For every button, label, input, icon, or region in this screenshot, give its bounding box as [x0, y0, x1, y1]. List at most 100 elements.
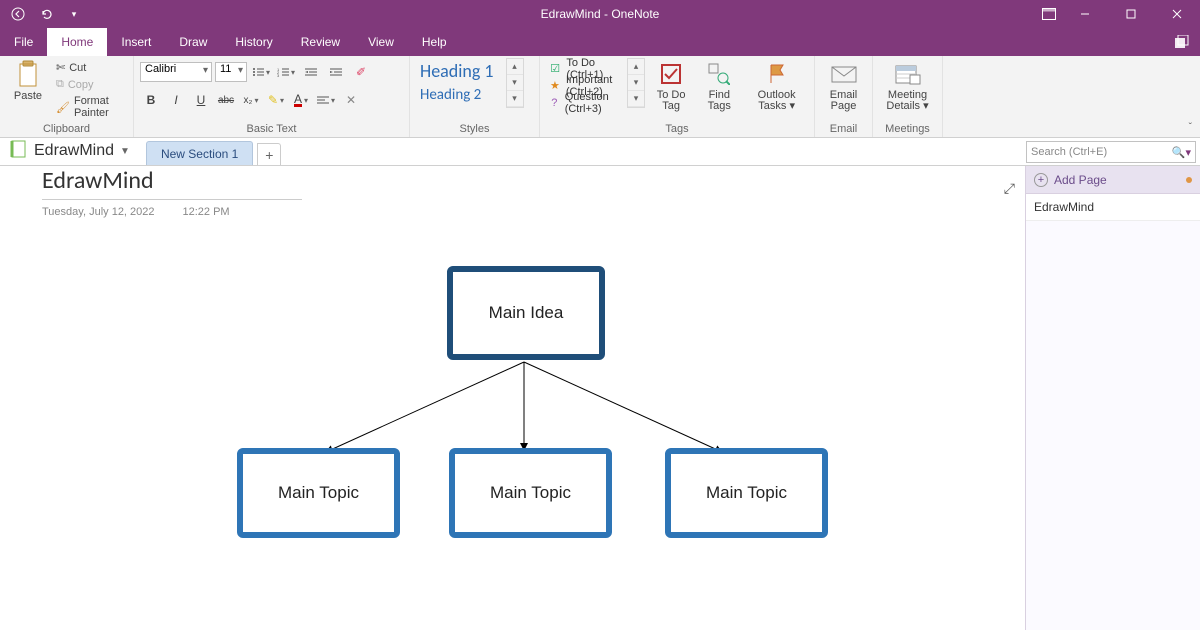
- tab-home[interactable]: Home: [47, 28, 107, 56]
- back-button[interactable]: [8, 4, 28, 24]
- tag-question[interactable]: ? Question (Ctrl+3): [546, 94, 621, 111]
- todo-tag-label: To Do Tag: [655, 90, 687, 112]
- node-topic-2-label: Main Topic: [490, 483, 571, 503]
- maximize-button[interactable]: [1108, 0, 1154, 28]
- account-area[interactable]: [894, 4, 1034, 24]
- section-bar: EdrawMind ▼ New Section 1 + Search (Ctrl…: [0, 138, 1200, 166]
- cut-button[interactable]: ✄ Cut: [54, 60, 127, 75]
- page-date: Tuesday, July 12, 2022: [42, 206, 155, 218]
- clipboard-group-label: Clipboard: [6, 122, 127, 137]
- search-input[interactable]: Search (Ctrl+E) 🔍▾: [1026, 141, 1196, 163]
- outlook-tasks-button[interactable]: Outlook Tasks ▾: [745, 58, 808, 114]
- font-name-select[interactable]: Calibri: [140, 62, 212, 82]
- collapse-ribbon-button[interactable]: ˇ: [1189, 122, 1192, 133]
- search-placeholder: Search (Ctrl+E): [1031, 146, 1172, 158]
- ribbon: Paste ✄ Cut ⧉ Copy 🖌 Format Painter Clip…: [0, 56, 1200, 138]
- group-tags: ☑ To Do (Ctrl+1) ★ Important (Ctrl+2) ? …: [540, 56, 815, 137]
- outlook-tasks-label: Outlook Tasks: [758, 89, 796, 112]
- node-topic-1[interactable]: Main Topic: [237, 448, 400, 538]
- page-time: 12:22 PM: [183, 206, 230, 218]
- italic-button[interactable]: I: [165, 90, 187, 110]
- styles-scroll-up[interactable]: ▴: [507, 59, 523, 75]
- page-list-item[interactable]: EdrawMind: [1026, 194, 1200, 221]
- minimize-button[interactable]: [1062, 0, 1108, 28]
- reopen-pages-icon[interactable]: [1164, 28, 1200, 56]
- tab-history[interactable]: History: [221, 28, 286, 56]
- tags-scroll-up[interactable]: ▴: [628, 59, 644, 75]
- font-size-select[interactable]: 11: [215, 62, 247, 82]
- calendar-icon: [894, 60, 922, 88]
- style-heading-1[interactable]: Heading 1: [420, 60, 494, 82]
- align-button[interactable]: [315, 90, 337, 110]
- todo-tag-icon: [657, 60, 685, 88]
- node-topic-2[interactable]: Main Topic: [449, 448, 612, 538]
- tab-file[interactable]: File: [0, 28, 47, 56]
- bullets-button[interactable]: [250, 62, 272, 82]
- page-canvas[interactable]: EdrawMind Tuesday, July 12, 2022 12:22 P…: [0, 166, 1025, 630]
- decrease-indent-button[interactable]: [300, 62, 322, 82]
- meeting-details-button[interactable]: Meeting Details ▾: [879, 58, 936, 114]
- paste-button[interactable]: Paste: [6, 58, 50, 104]
- node-topic-3[interactable]: Main Topic: [665, 448, 828, 538]
- styles-scroll[interactable]: ▴ ▾ ▾: [506, 58, 524, 108]
- tag-question-label: Question (Ctrl+3): [565, 91, 617, 115]
- numbering-button[interactable]: 123: [275, 62, 297, 82]
- ribbon-display-options-icon[interactable]: [1038, 3, 1060, 25]
- star-icon: ★: [550, 79, 560, 92]
- fullscreen-icon[interactable]: ⤢: [1004, 180, 1015, 197]
- tab-draw[interactable]: Draw: [165, 28, 221, 56]
- style-heading-2[interactable]: Heading 2: [420, 86, 494, 104]
- section-tab[interactable]: New Section 1: [146, 141, 253, 165]
- tags-scroll[interactable]: ▴ ▾ ▾: [627, 58, 645, 108]
- highlight-button[interactable]: ✎: [265, 90, 287, 110]
- tags-more[interactable]: ▾: [628, 91, 644, 107]
- cut-label: Cut: [69, 62, 86, 74]
- tab-help[interactable]: Help: [408, 28, 461, 56]
- todo-tag-button[interactable]: To Do Tag: [649, 58, 693, 114]
- group-clipboard: Paste ✄ Cut ⧉ Copy 🖌 Format Painter Clip…: [0, 56, 134, 137]
- add-section-button[interactable]: +: [257, 143, 281, 165]
- plus-icon: +: [1034, 173, 1048, 187]
- tab-insert[interactable]: Insert: [107, 28, 165, 56]
- styles-group-label: Styles: [416, 122, 533, 137]
- underline-button[interactable]: U: [190, 90, 212, 110]
- copy-icon: ⧉: [56, 78, 64, 91]
- group-meetings: Meeting Details ▾ Meetings: [873, 56, 943, 137]
- page-list-pane: + Add Page EdrawMind: [1025, 166, 1200, 630]
- tab-view[interactable]: View: [354, 28, 408, 56]
- strikethrough-button[interactable]: abc: [215, 90, 237, 110]
- connectors: [0, 166, 1025, 636]
- subscript-button[interactable]: x₂: [240, 90, 262, 110]
- find-tags-icon: [705, 60, 733, 88]
- node-main-idea[interactable]: Main Idea: [447, 266, 605, 360]
- quick-access-customize[interactable]: ▾: [64, 4, 84, 24]
- increase-indent-button[interactable]: [325, 62, 347, 82]
- basic-text-group-label: Basic Text: [140, 122, 403, 137]
- email-page-button[interactable]: Email Page: [821, 58, 866, 114]
- clear-formatting-button[interactable]: ✐: [350, 62, 372, 82]
- add-page-button[interactable]: + Add Page: [1026, 166, 1200, 194]
- find-tags-button[interactable]: Find Tags: [697, 58, 741, 114]
- find-tags-label: Find Tags: [703, 90, 735, 112]
- tab-review[interactable]: Review: [287, 28, 354, 56]
- close-button[interactable]: [1154, 0, 1200, 28]
- group-styles: Heading 1 Heading 2 ▴ ▾ ▾ Styles: [410, 56, 540, 137]
- font-color-button[interactable]: A: [290, 90, 312, 110]
- copy-button[interactable]: ⧉ Copy: [54, 77, 127, 92]
- tags-scroll-down[interactable]: ▾: [628, 75, 644, 91]
- page-title[interactable]: EdrawMind: [42, 166, 302, 195]
- styles-more[interactable]: ▾: [507, 91, 523, 107]
- titlebar: ▾ EdrawMind - OneNote: [0, 0, 1200, 28]
- main-area: EdrawMind Tuesday, July 12, 2022 12:22 P…: [0, 166, 1200, 630]
- email-page-label: Email Page: [827, 90, 860, 112]
- section-tab-label: New Section 1: [161, 147, 238, 161]
- bold-button[interactable]: B: [140, 90, 162, 110]
- svg-text:3: 3: [277, 73, 280, 77]
- paste-label: Paste: [14, 90, 42, 102]
- undo-button[interactable]: [36, 4, 56, 24]
- styles-scroll-down[interactable]: ▾: [507, 75, 523, 91]
- envelope-icon: [830, 60, 858, 88]
- format-painter-button[interactable]: 🖌 Format Painter: [54, 94, 127, 120]
- delete-button[interactable]: ✕: [340, 90, 362, 110]
- notebook-selector[interactable]: EdrawMind ▼: [0, 137, 140, 165]
